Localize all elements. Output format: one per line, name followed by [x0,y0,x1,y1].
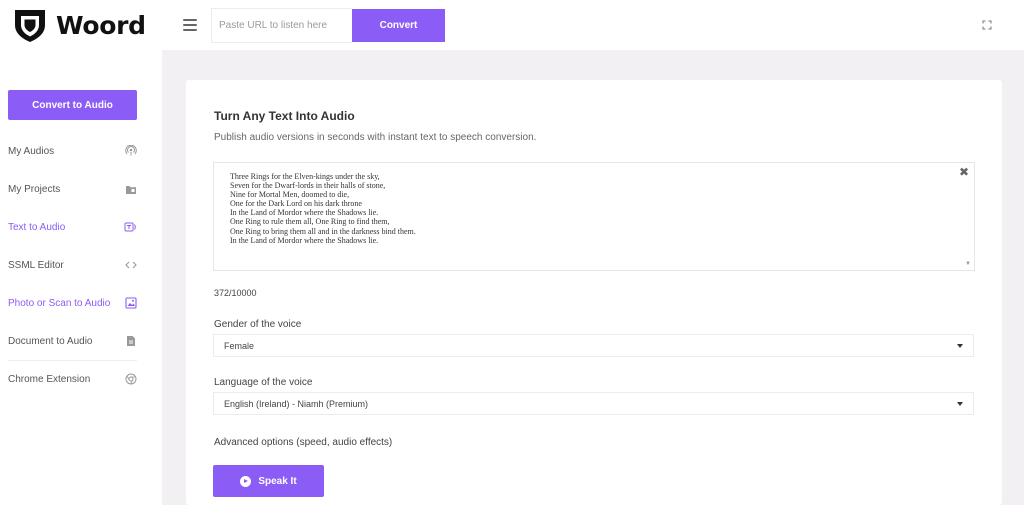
sidebar-divider [8,360,137,361]
shield-logo-icon [15,10,45,42]
sidebar-item-label: Document to Audio [8,335,93,347]
advanced-options-link[interactable]: Advanced options (speed, audio effects) [214,437,392,448]
sidebar-item-label: Text to Audio [8,221,66,233]
sidebar-item-label: SSML Editor [8,259,64,271]
sidebar-item-my-audios[interactable]: My Audios [8,138,137,164]
speak-it-button[interactable]: Speak It [213,465,324,497]
sidebar-item-label: My Projects [8,183,61,195]
convert-to-audio-button[interactable]: Convert to Audio [8,90,137,120]
text-input-area[interactable]: Three Rings for the Elven-kings under th… [213,162,975,271]
language-select[interactable]: English (Ireland) - Niamh (Premium) [213,392,974,415]
document-icon [124,335,137,348]
url-input[interactable] [219,20,352,31]
language-label: Language of the voice [214,377,313,388]
page-title: Turn Any Text Into Audio [214,109,355,123]
page-subtitle: Publish audio versions in seconds with i… [214,132,537,143]
chrome-icon [124,373,137,386]
sidebar-item-label: Chrome Extension [8,373,91,385]
gender-value: Female [224,340,255,351]
gender-select[interactable]: Female [213,334,974,357]
code-icon [124,259,137,272]
url-field[interactable] [211,8,352,43]
folder-icon [124,183,137,196]
sidebar-item-chrome-extension[interactable]: Chrome Extension [8,366,137,392]
gender-label: Gender of the voice [214,319,302,330]
converter-card: Turn Any Text Into Audio Publish audio v… [186,80,1002,505]
language-value: English (Ireland) - Niamh (Premium) [224,398,369,409]
image-icon [124,297,137,310]
play-icon [240,475,252,487]
podcast-icon [124,145,137,158]
character-counter: 372/10000 [214,288,257,298]
sidebar-item-label: My Audios [8,145,55,157]
text-content[interactable]: Three Rings for the Elven-kings under th… [230,172,416,245]
menu-toggle-icon[interactable] [183,19,197,31]
sidebar: Convert to Audio My Audios My Projects T… [0,50,162,505]
clear-text-icon[interactable]: ✖ [959,165,969,179]
sidebar-item-label: Photo or Scan to Audio [8,297,111,309]
sidebar-item-document-to-audio[interactable]: Document to Audio [8,328,137,354]
sidebar-item-ssml-editor[interactable]: SSML Editor [8,252,137,278]
fullscreen-icon[interactable] [982,20,992,30]
brand-name: Woord [56,10,146,40]
scroll-down-icon[interactable]: ▼ [965,261,971,267]
sidebar-item-my-projects[interactable]: My Projects [8,176,137,202]
chevron-down-icon [957,343,963,348]
chevron-down-icon [957,401,963,406]
convert-button[interactable]: Convert [352,9,445,42]
speak-it-label: Speak It [258,475,297,487]
text-to-audio-icon [124,221,137,234]
sidebar-item-text-to-audio[interactable]: Text to Audio [8,214,137,240]
sidebar-item-photo-scan[interactable]: Photo or Scan to Audio [8,290,137,316]
brand-logo[interactable]: Woord [11,6,146,44]
